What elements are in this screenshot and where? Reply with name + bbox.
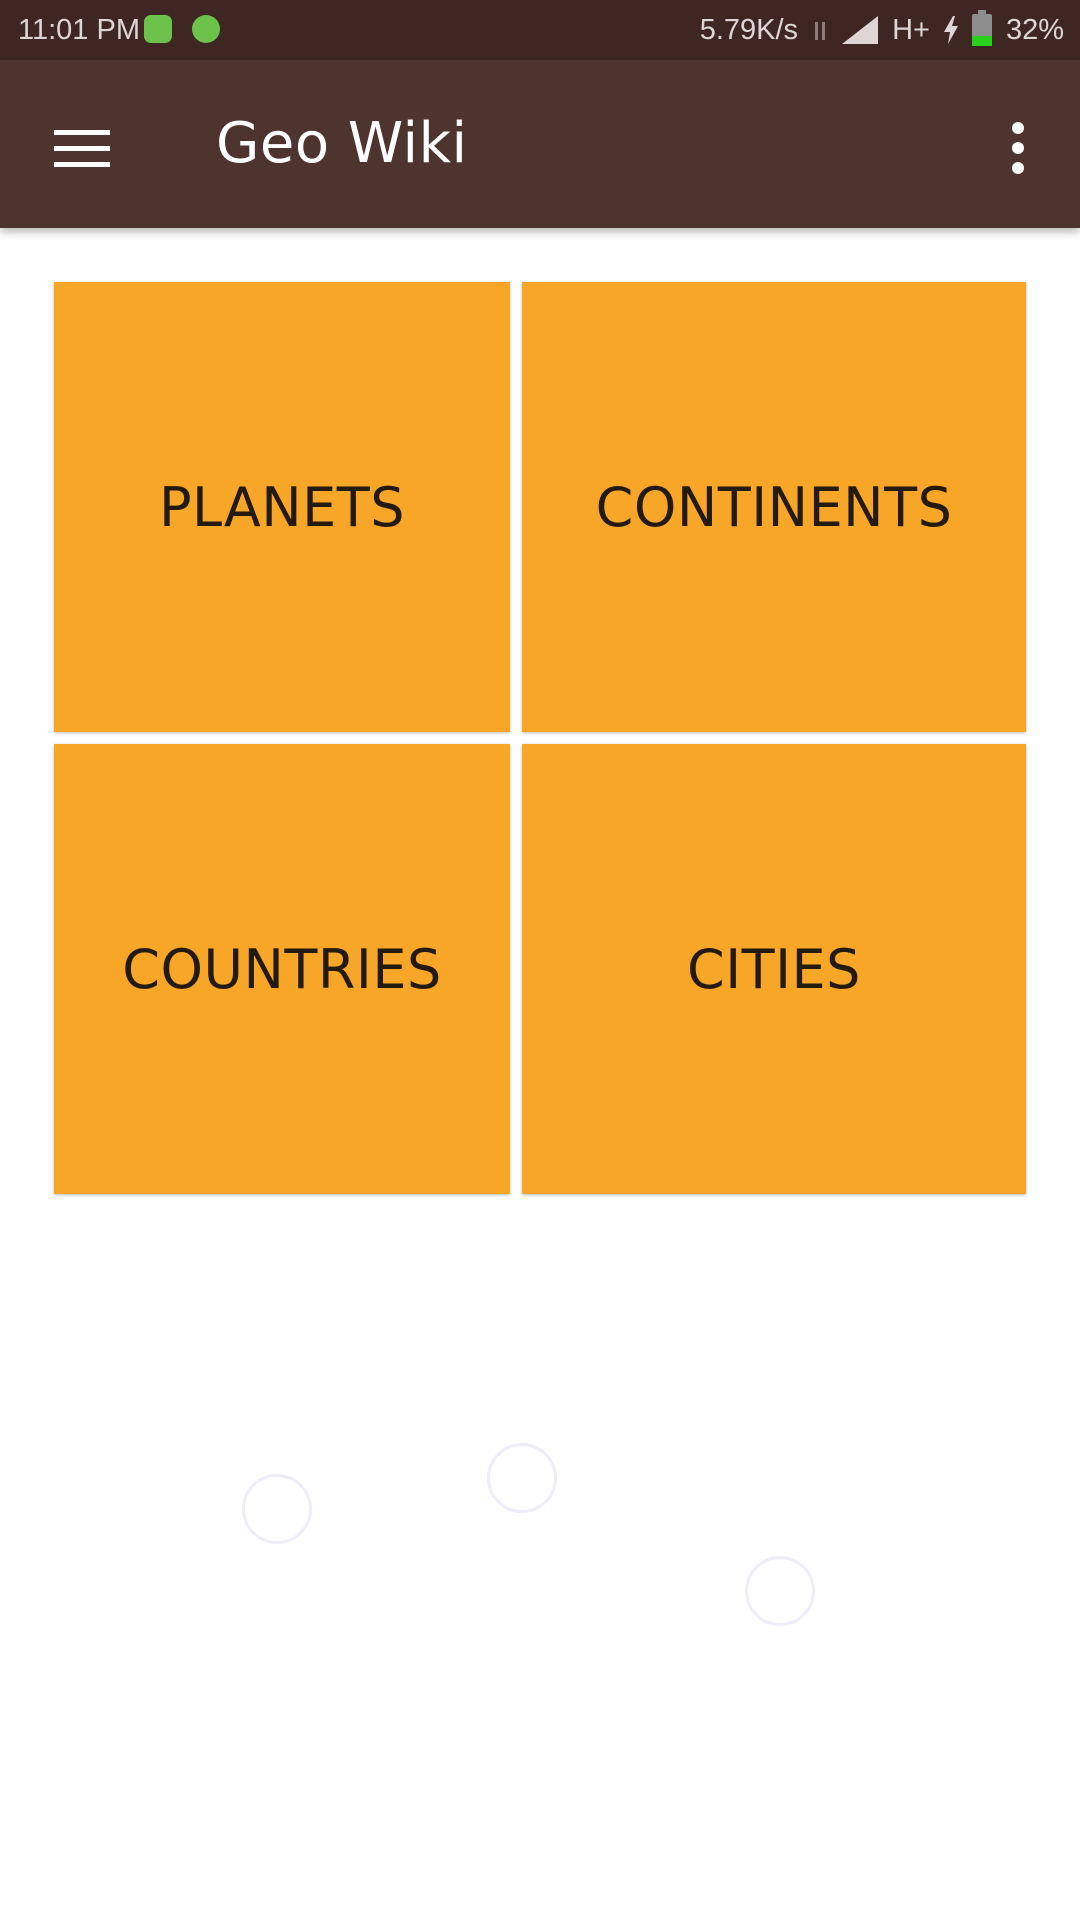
phone-app-icon — [144, 15, 172, 43]
tile-label: PLANETS — [158, 475, 406, 539]
app-title: Geo Wiki — [216, 111, 468, 176]
tile-planets[interactable]: PLANETS — [54, 282, 510, 732]
status-time: 11:01 PM — [18, 14, 140, 46]
android-app-icon — [192, 15, 220, 43]
status-bar: 11:01 PM 5.79K/s H+ 32% — [0, 0, 1080, 60]
touch-indicator — [745, 1556, 815, 1626]
overflow-menu-icon — [1012, 122, 1024, 174]
tile-cities[interactable]: CITIES — [522, 744, 1026, 1194]
tile-label: CONTINENTS — [595, 475, 953, 539]
category-grid: PLANETS CONTINENTS COUNTRIES CITIES — [54, 282, 1026, 1194]
tile-label: CITIES — [687, 937, 861, 1001]
tile-continents[interactable]: CONTINENTS — [522, 282, 1026, 732]
charging-bolt-icon — [943, 16, 958, 44]
battery-percent: 32% — [1005, 13, 1064, 46]
touch-indicator — [242, 1474, 312, 1544]
tile-label: COUNTRIES — [122, 937, 442, 1001]
network-speed: 5.79K/s — [699, 13, 799, 46]
battery-fill — [971, 35, 992, 46]
signal-icon — [842, 16, 879, 44]
touch-indicator — [487, 1443, 557, 1513]
menu-icon — [54, 130, 110, 168]
overflow-menu-button[interactable] — [982, 112, 1054, 184]
battery-icon — [971, 10, 992, 46]
navigation-menu-button[interactable] — [40, 106, 128, 182]
network-type: H+ — [892, 13, 930, 46]
app-bar: Geo Wiki — [0, 60, 1080, 228]
status-right-group: 5.79K/s H+ 32% — [699, 10, 1064, 48]
tile-countries[interactable]: COUNTRIES — [54, 744, 510, 1194]
data-activity-icon — [812, 19, 828, 41]
